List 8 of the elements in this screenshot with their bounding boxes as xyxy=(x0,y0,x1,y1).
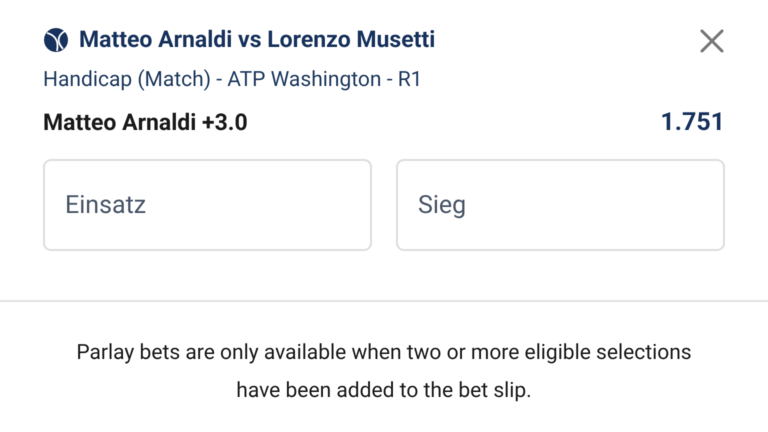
input-field[interactable]: Sieg xyxy=(396,159,725,251)
selection-name: Matteo Arnaldi +3.0 xyxy=(43,108,248,138)
parlay-notice: Parlay bets are only available when two or more eligible selections have been added to the bet slip. xyxy=(75,340,693,405)
odds-value: 1.751 xyxy=(660,107,725,140)
tennis-ball-icon xyxy=(43,27,69,53)
market-description: Handicap (Match) - ATP Washington - R1 xyxy=(43,67,424,94)
input-field[interactable]: Einsatz xyxy=(43,159,372,251)
event-title: Matteo Arnaldi vs Lorenzo Musetti xyxy=(79,24,436,55)
